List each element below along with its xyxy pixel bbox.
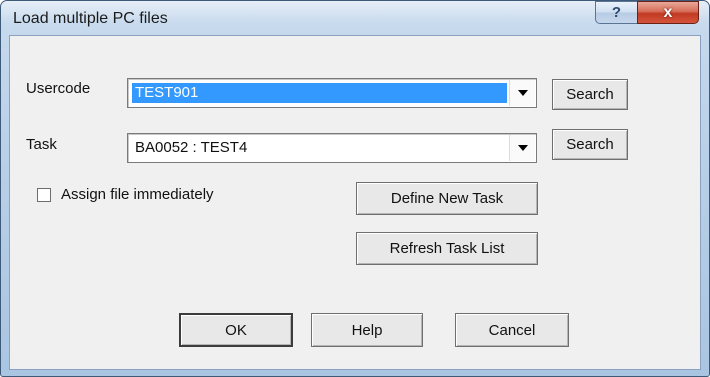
close-button[interactable]: x <box>637 1 699 24</box>
cancel-button[interactable]: Cancel <box>455 313 569 347</box>
chevron-down-icon <box>517 90 528 96</box>
caption-buttons: ? x <box>595 1 699 25</box>
usercode-label: Usercode <box>26 80 91 97</box>
task-value: BA0052 : TEST4 <box>135 139 248 156</box>
ok-button[interactable]: OK <box>179 313 293 347</box>
question-mark-icon: ? <box>611 4 622 21</box>
task-label: Task <box>26 136 57 153</box>
help-caption-button[interactable]: ? <box>595 1 637 24</box>
window-title: Load multiple PC files <box>13 10 168 27</box>
help-button[interactable]: Help <box>311 313 423 347</box>
dialog-client-area: Usercode TEST901 Search Task BA0052 : TE… <box>9 35 701 370</box>
task-dropdown-button[interactable] <box>509 135 535 161</box>
usercode-dropdown-button[interactable] <box>509 80 535 106</box>
usercode-combobox[interactable]: TEST901 <box>127 78 537 108</box>
define-new-task-button[interactable]: Define New Task <box>356 182 538 215</box>
usercode-search-button[interactable]: Search <box>552 79 628 110</box>
task-combobox[interactable]: BA0052 : TEST4 <box>127 133 537 163</box>
chevron-down-icon <box>517 145 528 151</box>
close-icon: x <box>663 3 673 21</box>
title-bar[interactable]: Load multiple PC files ? x <box>1 1 709 35</box>
assign-file-label[interactable]: Assign file immediately <box>61 186 214 203</box>
refresh-task-list-button[interactable]: Refresh Task List <box>356 232 538 265</box>
usercode-value: TEST901 <box>132 83 507 103</box>
dialog-window: Load multiple PC files ? x Usercode TEST… <box>0 0 710 377</box>
task-search-button[interactable]: Search <box>552 129 628 160</box>
assign-file-checkbox[interactable] <box>37 188 51 202</box>
